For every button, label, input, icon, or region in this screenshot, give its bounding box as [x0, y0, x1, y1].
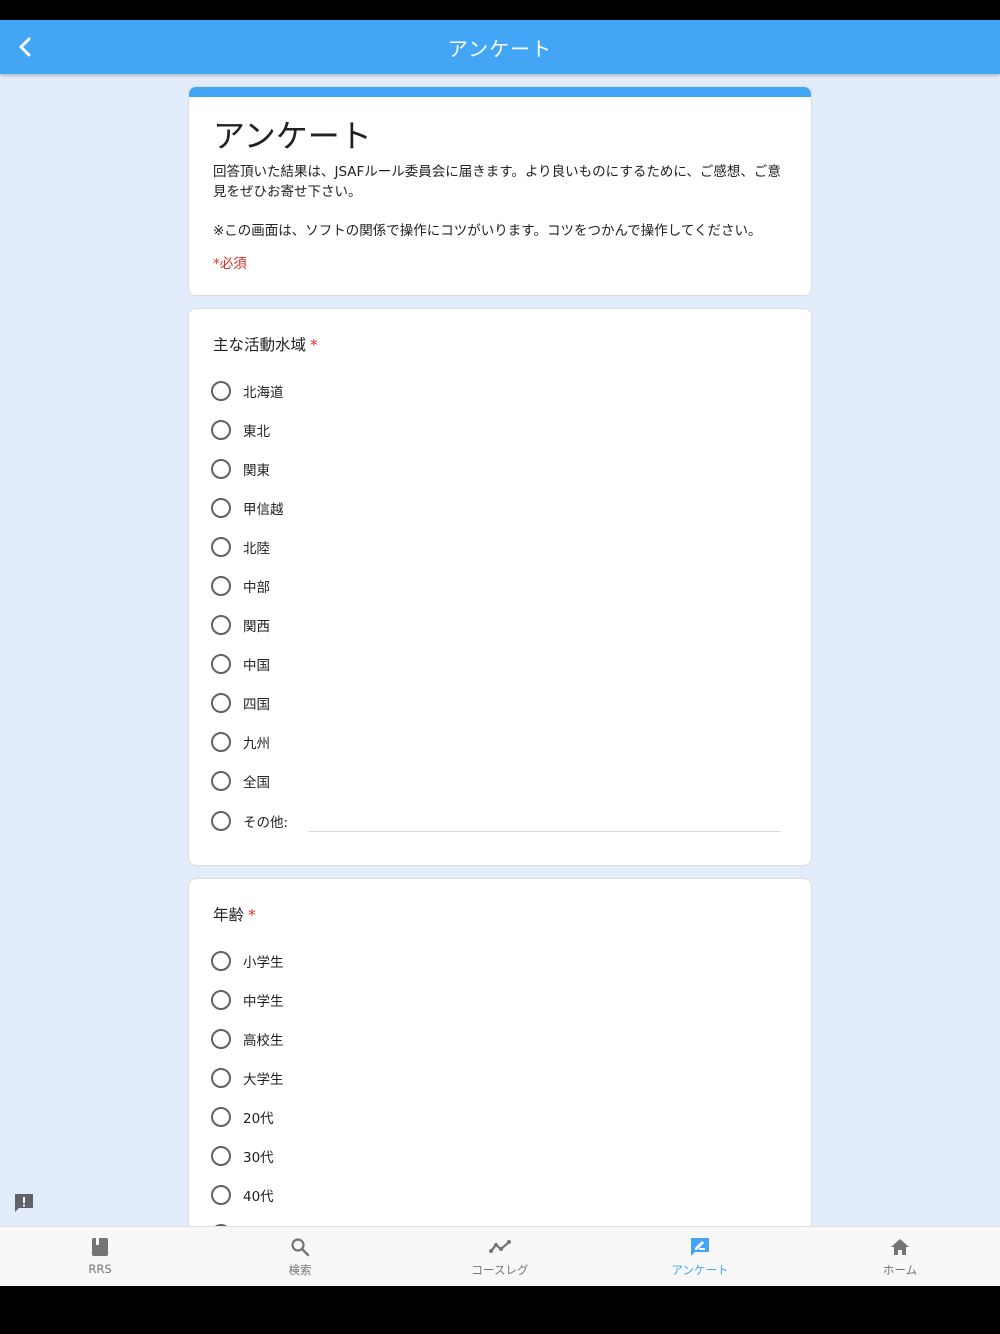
radio-button[interactable] — [211, 576, 231, 596]
radio-option[interactable]: 北海道 — [211, 379, 284, 403]
radio-button[interactable] — [211, 615, 231, 635]
required-star: * — [310, 336, 318, 354]
nav-item-rrs[interactable]: RRS — [0, 1227, 200, 1286]
book-icon — [89, 1236, 111, 1258]
radio-button[interactable] — [211, 1107, 231, 1127]
radio-option[interactable]: 関西 — [211, 613, 270, 637]
option-label: 関西 — [243, 619, 270, 635]
option-label: 九州 — [243, 736, 270, 752]
radio-button[interactable] — [211, 732, 231, 752]
radio-option[interactable]: 小学生 — [211, 949, 284, 973]
back-button[interactable] — [10, 32, 40, 62]
radio-option[interactable]: 40代 — [211, 1183, 274, 1207]
form-description: 回答頂いた結果は、JSAFルール委員会に届きます。より良いものにするために、ご感… — [213, 164, 781, 200]
radio-option[interactable]: 甲信越 — [211, 496, 284, 520]
bottom-navigation: RRS 検索 コースレグ アンケート ホーム — [0, 1226, 1000, 1286]
option-label: 20代 — [243, 1111, 274, 1127]
question-title: 主な活動水域 * — [213, 333, 318, 355]
nav-item-search[interactable]: 検索 — [200, 1227, 400, 1286]
radio-option[interactable]: 関東 — [211, 457, 270, 481]
radio-button[interactable] — [211, 459, 231, 479]
nav-label: ホーム — [882, 1263, 918, 1277]
status-bar — [0, 0, 1000, 20]
radio-button[interactable] — [211, 381, 231, 401]
radio-option[interactable]: 20代 — [211, 1105, 274, 1129]
chevron-left-icon — [19, 37, 31, 57]
radio-button[interactable] — [211, 693, 231, 713]
nav-label: アンケート — [671, 1263, 729, 1277]
option-label: その他: — [243, 815, 289, 831]
option-label: 東北 — [243, 424, 270, 440]
device-bottom-bar — [0, 1286, 1000, 1334]
form-note: ※この画面は、ソフトの関係で操作にコツがいります。コツをつかんで操作してください… — [213, 223, 762, 239]
line-chart-icon — [489, 1236, 511, 1258]
option-label: 高校生 — [243, 1033, 284, 1049]
radio-button[interactable] — [211, 951, 231, 971]
option-label: 北陸 — [243, 541, 270, 557]
home-icon — [889, 1236, 911, 1258]
radio-button[interactable] — [211, 654, 231, 674]
radio-button[interactable] — [211, 1146, 231, 1166]
radio-option[interactable]: 高校生 — [211, 1027, 284, 1051]
other-text-input[interactable] — [309, 831, 781, 832]
radio-option[interactable]: 中国 — [211, 652, 270, 676]
nav-label: 検索 — [288, 1263, 312, 1277]
radio-option[interactable]: 四国 — [211, 691, 270, 715]
nav-item-course-leg[interactable]: コースレグ — [400, 1227, 600, 1286]
option-label: 甲信越 — [243, 502, 284, 518]
option-label: 全国 — [243, 775, 270, 791]
form-title: アンケート — [213, 117, 372, 155]
question-title-text: 年齢 — [213, 906, 245, 924]
option-label: 30代 — [243, 1150, 274, 1166]
question-card-region: 主な活動水域 * 北海道 東北 関東 甲信越 北陸 中部 関西 中国 四国 九州 … — [188, 308, 812, 866]
question-title-text: 主な活動水域 — [213, 336, 307, 354]
nav-label: コースレグ — [471, 1263, 529, 1277]
radio-button[interactable] — [211, 1185, 231, 1205]
option-label: 関東 — [243, 463, 270, 479]
feedback-edit-icon — [689, 1236, 711, 1258]
option-label: 中部 — [243, 580, 270, 596]
form-header-card: アンケート 回答頂いた結果は、JSAFルール委員会に届きます。より良いものにする… — [188, 86, 812, 296]
radio-button[interactable] — [211, 990, 231, 1010]
nav-label: RRS — [88, 1262, 112, 1276]
option-label: 大学生 — [243, 1072, 284, 1088]
nav-item-survey[interactable]: アンケート — [600, 1227, 800, 1286]
header-accent-bar — [189, 87, 811, 97]
radio-option[interactable]: 大学生 — [211, 1066, 284, 1090]
app-bar-title: アンケート — [447, 36, 553, 61]
option-label: 40代 — [243, 1189, 274, 1205]
option-label: 小学生 — [243, 955, 284, 971]
radio-option[interactable]: 東北 — [211, 418, 270, 442]
radio-option[interactable]: 九州 — [211, 730, 270, 754]
option-label: 中学生 — [243, 994, 284, 1010]
question-title: 年齢 * — [213, 903, 256, 925]
radio-button[interactable] — [211, 1029, 231, 1049]
radio-option[interactable]: 中学生 — [211, 988, 284, 1012]
option-label: 四国 — [243, 697, 270, 713]
radio-button[interactable] — [211, 537, 231, 557]
radio-button[interactable] — [211, 771, 231, 791]
nav-item-home[interactable]: ホーム — [800, 1227, 1000, 1286]
question-card-age: 年齢 * 小学生 中学生 高校生 大学生 20代 30代 40代 — [188, 878, 812, 1226]
report-feedback-icon[interactable] — [13, 1192, 35, 1214]
radio-option[interactable]: 中部 — [211, 574, 270, 598]
radio-option[interactable]: 30代 — [211, 1144, 274, 1168]
app-bar: アンケート — [0, 20, 1000, 74]
radio-option[interactable]: 北陸 — [211, 535, 270, 559]
required-indicator: *必須 — [213, 256, 247, 272]
option-label: 北海道 — [243, 385, 284, 401]
radio-button[interactable] — [211, 1068, 231, 1088]
radio-option[interactable]: 全国 — [211, 769, 270, 793]
radio-button[interactable] — [211, 498, 231, 518]
search-icon — [289, 1236, 311, 1258]
radio-option-other[interactable]: その他: — [211, 809, 288, 833]
form-scroll-area[interactable]: アンケート 回答頂いた結果は、JSAFルール委員会に届きます。より良いものにする… — [0, 74, 1000, 1226]
radio-button[interactable] — [211, 811, 231, 831]
required-star: * — [248, 906, 256, 924]
radio-button[interactable] — [211, 420, 231, 440]
option-label: 中国 — [243, 658, 270, 674]
